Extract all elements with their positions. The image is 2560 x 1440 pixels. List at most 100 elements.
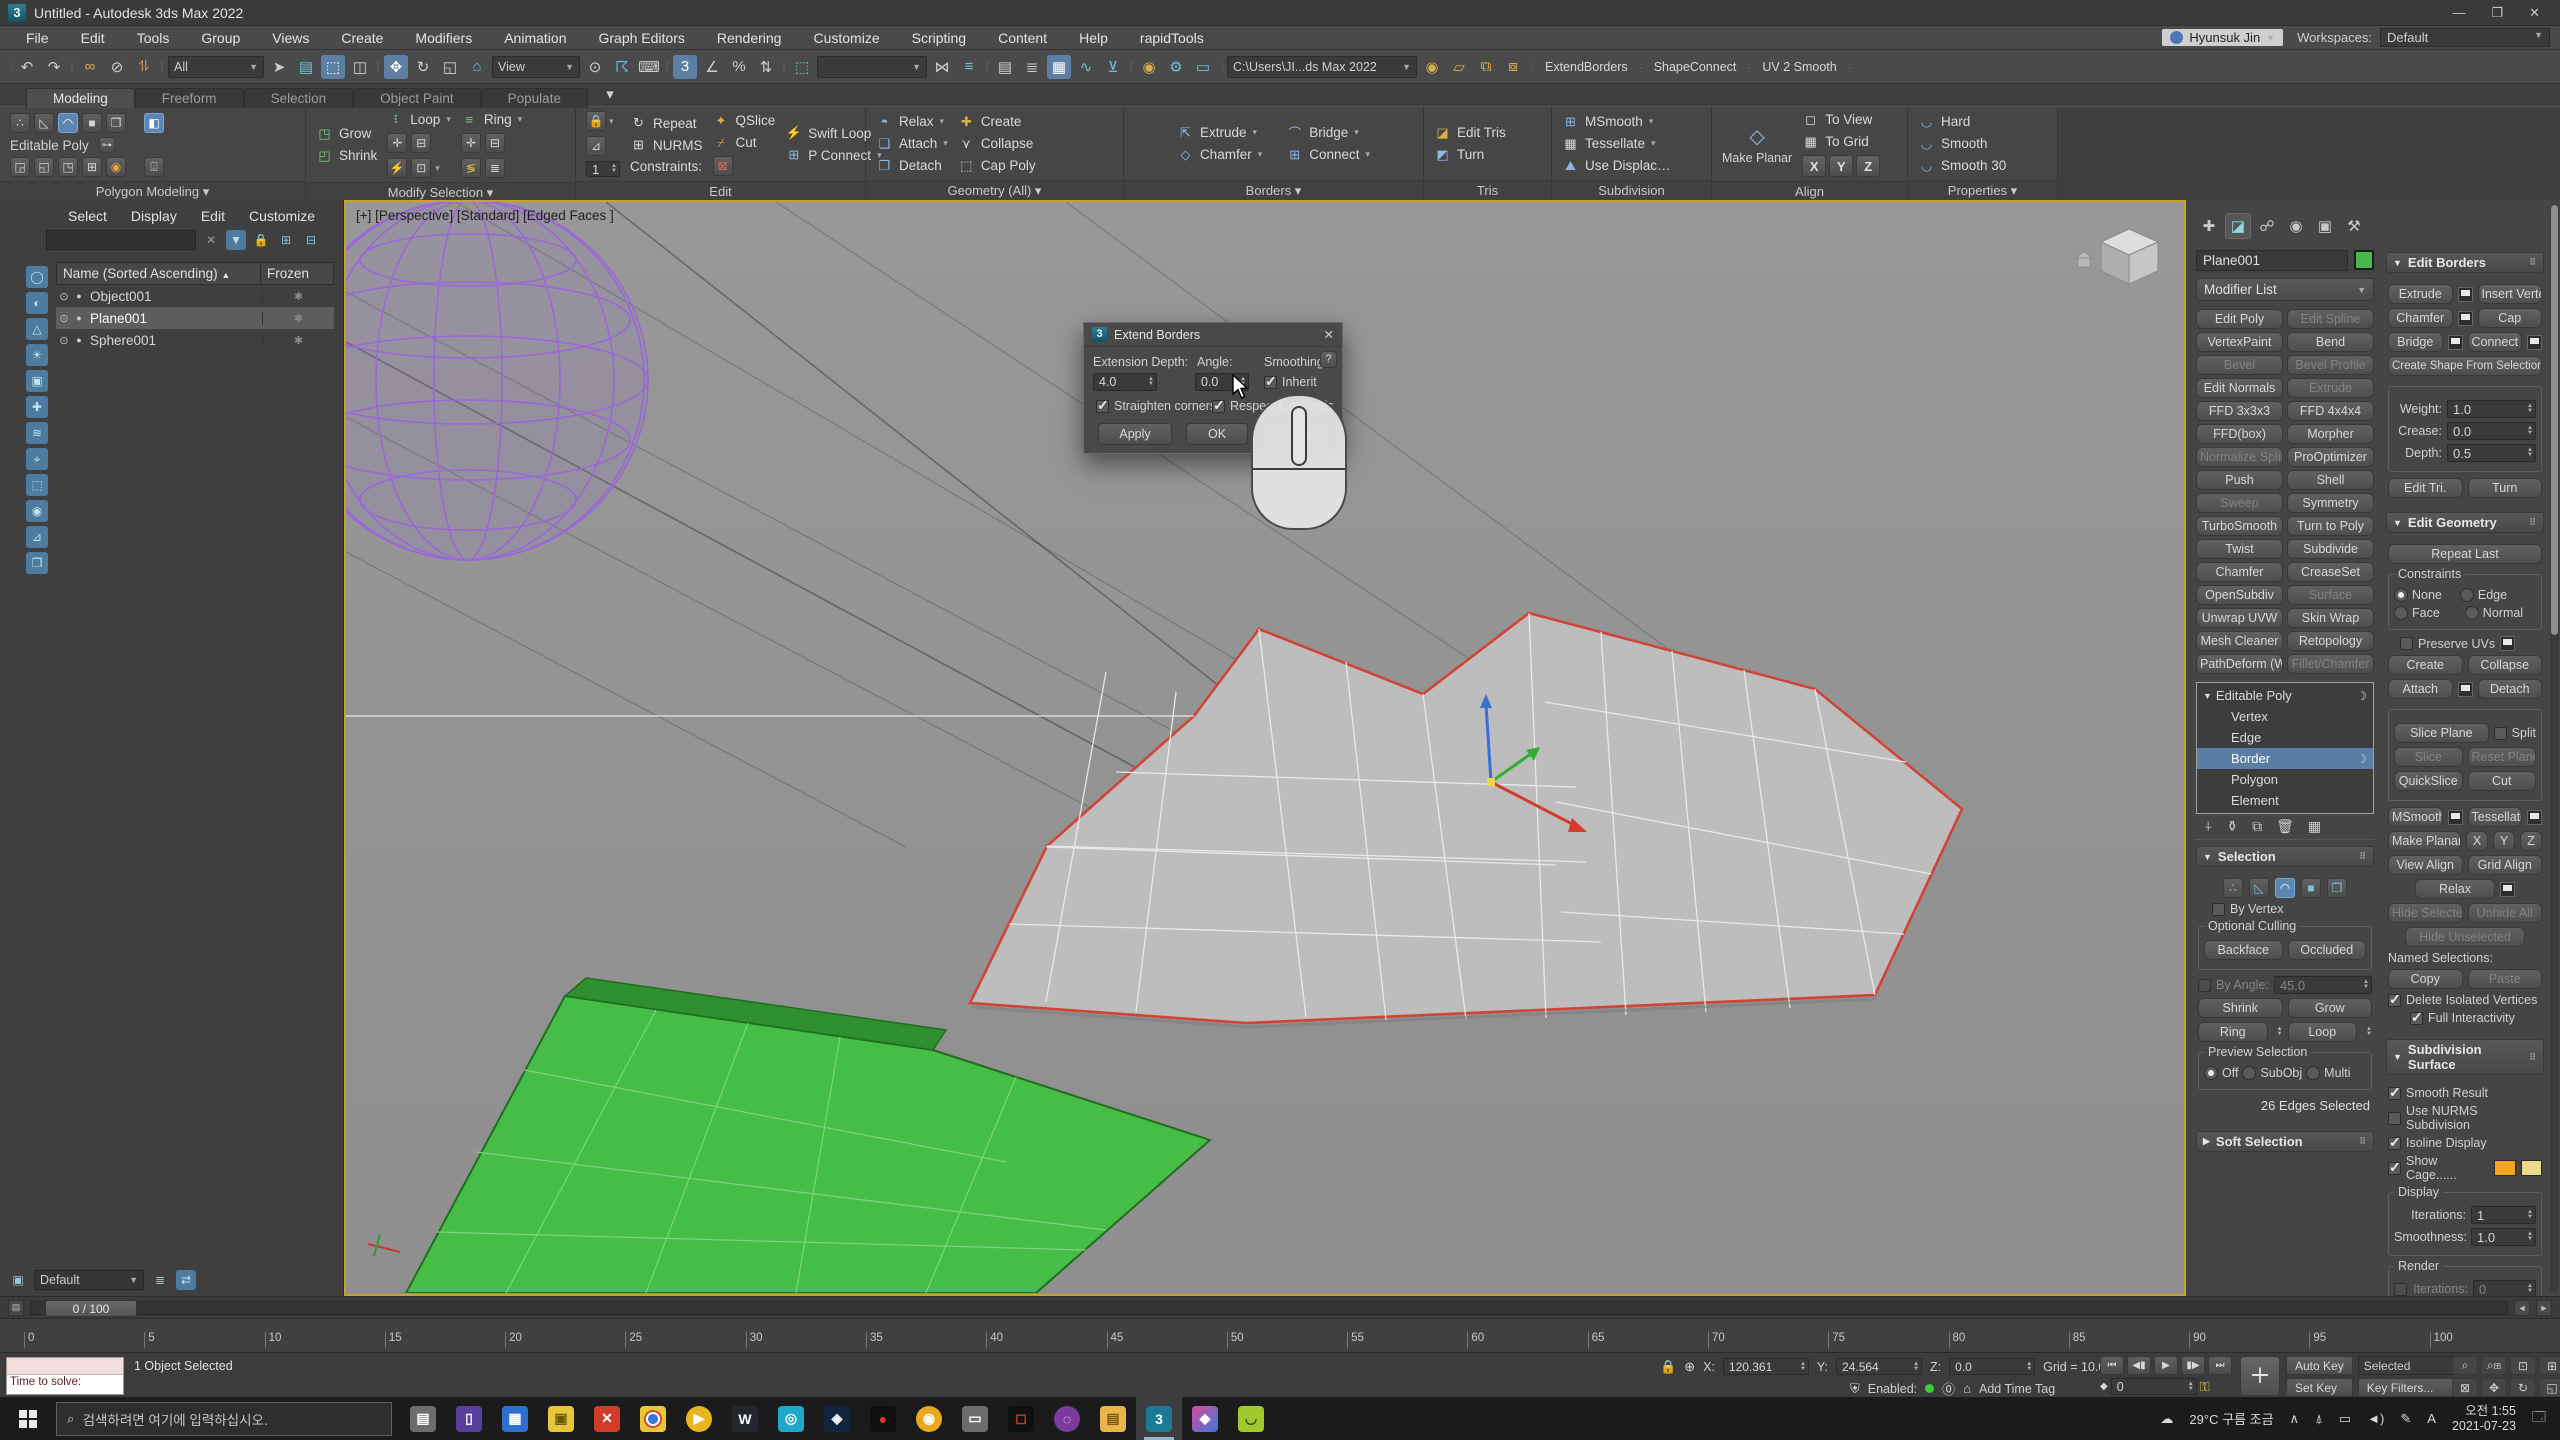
modifier-button[interactable]: CreaseSet bbox=[2287, 562, 2374, 582]
selection-filter-dropdown[interactable]: All▼ bbox=[168, 56, 264, 78]
taskbar-app[interactable]: ◈ bbox=[814, 1397, 860, 1440]
named-selection-sets-dropdown[interactable]: ▼ bbox=[817, 56, 927, 78]
filter-xrefs-icon[interactable]: ⊿ bbox=[26, 526, 48, 548]
rectangular-selection-icon[interactable]: ⬚ bbox=[321, 55, 345, 79]
modifier-button[interactable]: Bend bbox=[2287, 332, 2374, 352]
select-move-icon[interactable]: ✥ bbox=[384, 55, 408, 79]
section-footer-subdivision[interactable]: Subdivision bbox=[1552, 180, 1711, 200]
relax-button[interactable]: Relax bbox=[2415, 879, 2495, 899]
snap-toggle-3d-icon[interactable]: 3 bbox=[673, 55, 697, 79]
edit-geometry-header[interactable]: ▼Edit Geometry⠿ bbox=[2386, 512, 2544, 533]
filter-lights-icon[interactable]: ☀ bbox=[26, 344, 48, 366]
msmooth-button[interactable]: ⊞MSmooth▾ bbox=[1562, 113, 1671, 130]
preserve-uvs-checkbox[interactable]: Preserve UVs bbox=[2388, 636, 2542, 651]
tessellate-button[interactable]: Tessellate bbox=[2468, 807, 2523, 827]
grow-button[interactable]: Grow bbox=[2288, 998, 2373, 1018]
turn-button[interactable]: ◩Turn bbox=[1434, 146, 1506, 163]
modifier-button[interactable]: Unwrap UVW bbox=[2196, 608, 2283, 628]
render-production-icon[interactable]: ◉ bbox=[1420, 55, 1444, 79]
minimize-button[interactable]: — bbox=[2452, 5, 2465, 21]
previous-key-icon[interactable]: ◄ bbox=[2514, 1300, 2530, 1316]
taskbar-app[interactable]: ◻ bbox=[998, 1397, 1044, 1440]
clear-search-icon[interactable]: ✕ bbox=[201, 230, 221, 250]
select-place-icon[interactable]: ⌂ bbox=[465, 55, 489, 79]
modifier-button[interactable]: Extrude bbox=[2287, 378, 2374, 398]
depth-field[interactable]: 0.5▲▼ bbox=[2447, 444, 2536, 462]
occluded-button[interactable]: Occluded bbox=[2288, 940, 2367, 960]
current-frame-field[interactable]: 0▲▼ bbox=[2111, 1378, 2197, 1395]
menu-item[interactable]: Group bbox=[185, 30, 256, 46]
modifier-button[interactable]: Twist bbox=[2196, 539, 2283, 559]
macro-recorder-line[interactable] bbox=[7, 1358, 123, 1375]
section-footer-modify-selection[interactable]: Modify Selection ▾ bbox=[306, 182, 575, 202]
use-pivot-center-icon[interactable]: ⊙ bbox=[583, 55, 607, 79]
ribbon-tab[interactable]: Populate bbox=[481, 88, 588, 108]
hide-unselected-button[interactable]: Hide Unselected bbox=[2405, 927, 2525, 947]
tab-utilities[interactable]: ⚒ bbox=[2341, 213, 2367, 239]
modifier-list-dropdown[interactable]: Modifier List▼ bbox=[2196, 278, 2374, 301]
edit-tris-button[interactable]: ◪Edit Tris bbox=[1434, 124, 1506, 141]
object-name-field[interactable]: Plane001 bbox=[2196, 250, 2348, 271]
modifier-button[interactable]: FFD 4x4x4 bbox=[2287, 401, 2374, 421]
menu-item[interactable]: Rendering bbox=[701, 30, 798, 46]
modifier-button[interactable]: Fillet/Chamfer bbox=[2287, 654, 2374, 674]
drag-branch-icon[interactable]: ◳ bbox=[58, 157, 78, 177]
render-activeshade-icon[interactable]: ⧉ bbox=[1474, 55, 1498, 79]
align-icon[interactable]: ≡ bbox=[957, 55, 981, 79]
drag-poly-icon[interactable]: ◲ bbox=[10, 157, 30, 177]
connect-button[interactable]: Connect bbox=[2468, 332, 2523, 352]
explorer-search-input[interactable] bbox=[46, 230, 196, 250]
track-bar[interactable]: 0510152025303540455055606570758085909510… bbox=[0, 1318, 2560, 1352]
dot-loop-icon[interactable]: ⚡ bbox=[387, 158, 407, 178]
material-editor-icon[interactable]: ◉ bbox=[1137, 55, 1161, 79]
filter-geometry-icon[interactable]: ◐ bbox=[26, 292, 48, 314]
orbit-icon[interactable]: ↻ bbox=[2510, 1378, 2536, 1397]
explorer-preset-dropdown[interactable]: Default▼ bbox=[34, 1270, 144, 1290]
modifier-button[interactable]: Edit Normals bbox=[2196, 378, 2283, 398]
modifier-button[interactable]: Morpher bbox=[2287, 424, 2374, 444]
volume-icon[interactable]: ◄) bbox=[2367, 1411, 2384, 1426]
display-smoothness-field[interactable]: 1.0▲▼ bbox=[2471, 1228, 2536, 1246]
create-shape-button[interactable]: Create Shape From Selection bbox=[2388, 356, 2542, 376]
toggle-command-panel-icon[interactable]: ◧ bbox=[144, 113, 164, 133]
explorer-menu-item[interactable]: Edit bbox=[189, 208, 237, 224]
start-button[interactable] bbox=[0, 1397, 56, 1440]
taskbar-app[interactable]: ▶ bbox=[676, 1397, 722, 1440]
preview-subobj-radio[interactable] bbox=[2242, 1066, 2256, 1080]
object-color-swatch[interactable] bbox=[2354, 250, 2374, 270]
taskbar-app[interactable]: ◡ bbox=[1228, 1397, 1274, 1440]
preview-multi-radio[interactable] bbox=[2306, 1066, 2320, 1080]
show-hidden-icons[interactable]: ∧ bbox=[2290, 1411, 2300, 1427]
chamfer-settings-icon[interactable] bbox=[2458, 311, 2473, 326]
filter-all-icon[interactable]: ◯ bbox=[26, 266, 48, 288]
edit-tri-button[interactable]: Edit Tri. bbox=[2388, 478, 2463, 498]
taskbar-app[interactable]: ● bbox=[860, 1397, 906, 1440]
scene-explorer-toggle-icon[interactable]: ▤ bbox=[993, 55, 1017, 79]
x-coordinate-field[interactable]: 120.361▲▼ bbox=[1723, 1358, 1809, 1375]
detach-button[interactable]: Detach bbox=[2478, 679, 2543, 699]
set-key-button[interactable]: Set Key bbox=[2286, 1378, 2353, 1397]
go-to-start-icon[interactable]: ⏮ bbox=[2100, 1356, 2124, 1375]
border-extrude-button[interactable]: ⇱Extrude▾ bbox=[1177, 124, 1262, 141]
straighten-corners-checkbox[interactable]: Straighten corners bbox=[1096, 399, 1216, 413]
project-folder-dropdown[interactable]: C:\Users\JI...ds Max 2022▼ bbox=[1227, 56, 1417, 78]
filter-icon[interactable]: ▼ bbox=[226, 230, 246, 250]
menu-item[interactable]: Create bbox=[325, 30, 399, 46]
modifier-button[interactable]: Symmetry bbox=[2287, 493, 2374, 513]
filter-cameras-icon[interactable]: ▣ bbox=[26, 370, 48, 392]
turn-button[interactable]: Turn bbox=[2468, 478, 2543, 498]
stack-item[interactable]: Border☽ bbox=[2197, 748, 2373, 769]
split-checkbox[interactable] bbox=[2494, 727, 2507, 740]
close-button[interactable]: ✕ bbox=[2529, 5, 2540, 21]
previous-frame-icon[interactable]: ◀▮ bbox=[2127, 1356, 2151, 1375]
taskbar-app[interactable]: 3 bbox=[1136, 1397, 1182, 1440]
taskbar-app[interactable]: ✕ bbox=[584, 1397, 630, 1440]
eye-icon[interactable]: ⊙ bbox=[56, 290, 72, 303]
subobject-polygon-icon[interactable]: ■ bbox=[82, 113, 102, 133]
modifier-button[interactable]: Subdivide bbox=[2287, 539, 2374, 559]
create-button[interactable]: Create bbox=[2388, 655, 2463, 675]
ribbon-tab[interactable]: Object Paint bbox=[353, 88, 481, 108]
tab-hierarchy[interactable]: ☍ bbox=[2254, 213, 2280, 239]
filter-shapes-icon[interactable]: △ bbox=[26, 318, 48, 340]
explorer-menu-item[interactable]: Select bbox=[56, 208, 119, 224]
